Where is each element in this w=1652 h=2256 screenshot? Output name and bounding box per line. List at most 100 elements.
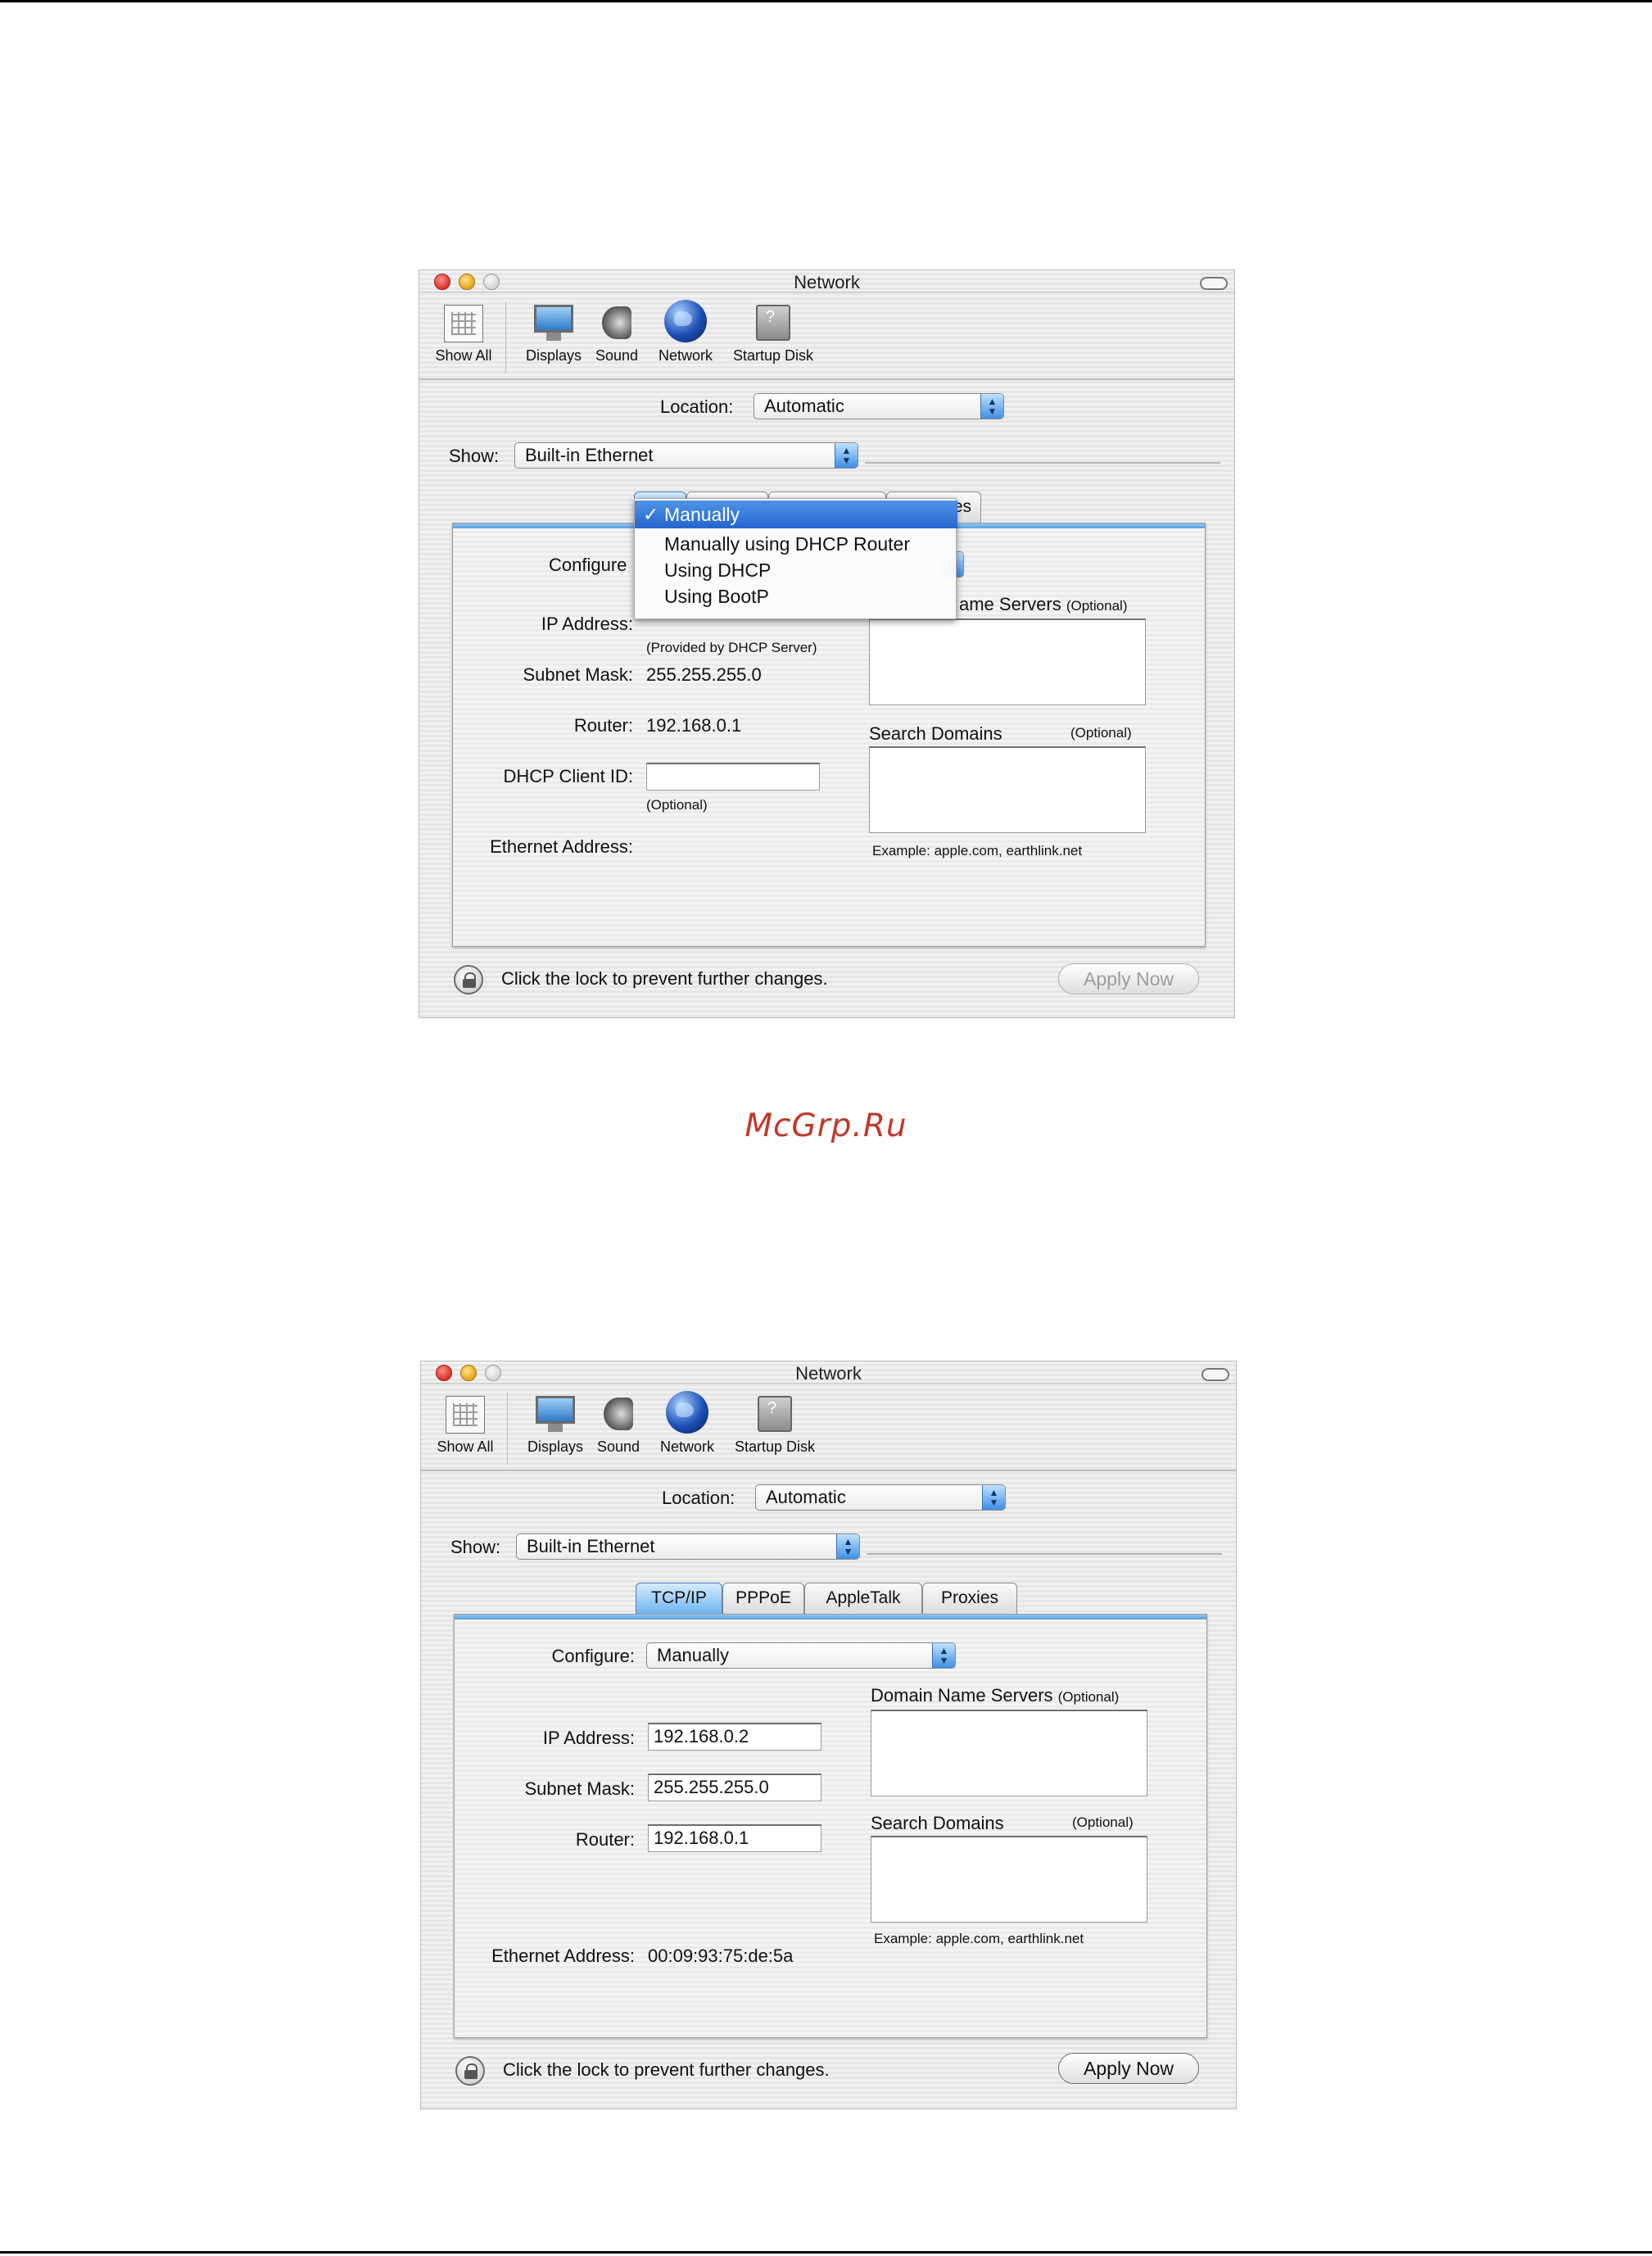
displays-icon: [533, 1394, 577, 1434]
location-popup[interactable]: Automatic ▲ ▼: [755, 1484, 1006, 1511]
configure-dropdown-menu: ✓ Manually Manually using DHCP Router Us…: [634, 498, 957, 619]
window-title: Network: [794, 272, 860, 292]
toolbar-label: Sound: [596, 1438, 640, 1455]
network-window-manual: Network Show All Displays Sound Network …: [421, 1361, 1236, 2109]
title-bar: Network: [419, 270, 1234, 292]
watermark-text: McGrp.Ru: [745, 1108, 907, 1144]
ethernet-address-label: Ethernet Address:: [491, 1946, 635, 1966]
bottom-rule: [0, 2251, 1652, 2254]
lock-icon[interactable]: [454, 965, 483, 994]
dhcp-client-id-field[interactable]: [646, 763, 820, 791]
toolbar: Show All Displays Sound Network ? Startu…: [421, 1388, 1236, 1471]
dhcp-client-id-note: (Optional): [646, 797, 708, 813]
network-icon: [664, 300, 707, 342]
toolbar-label: Startup Disk: [734, 1438, 816, 1455]
menu-item-using-bootp[interactable]: Using BootP: [635, 582, 957, 610]
top-rule: [0, 0, 1652, 2]
ip-address-note: (Provided by DHCP Server): [646, 640, 817, 655]
location-popup[interactable]: Automatic ▲ ▼: [754, 393, 1004, 419]
toolbar: Show All Displays Sound Network ? Startu…: [419, 297, 1234, 380]
toolbar-network[interactable]: Network: [650, 1391, 724, 1456]
configure-label: Configure: [549, 555, 627, 575]
ethernet-address-label: Ethernet Address:: [490, 836, 633, 857]
ip-address-label: IP Address:: [542, 1728, 635, 1748]
popup-arrows-icon: ▲▼: [980, 394, 1003, 419]
tab-pppoe[interactable]: PPPoE: [722, 1583, 804, 1614]
subnet-mask-value: 255.255.255.0: [646, 664, 762, 685]
toolbar-label: Network: [658, 347, 713, 364]
subnet-mask-label: Subnet Mask:: [524, 1778, 635, 1799]
toolbar-label: Startup Disk: [732, 347, 814, 364]
tab-proxies[interactable]: Proxies: [922, 1583, 1017, 1614]
menu-item-label: Manually using DHCP Router: [664, 533, 910, 555]
apply-now-button[interactable]: Apply Now: [1058, 963, 1199, 994]
network-icon: [666, 1391, 708, 1434]
menu-item-manually-dhcp-router[interactable]: Manually using DHCP Router: [635, 530, 957, 558]
menu-item-using-dhcp[interactable]: Using DHCP: [635, 556, 957, 584]
toolbar-show-all[interactable]: Show All: [432, 1396, 498, 1456]
ethernet-address-value: 00:09:93:75:de:5a: [648, 1946, 794, 1966]
configure-popup[interactable]: Manually ▲ ▼: [646, 1642, 956, 1669]
tcpip-panel: Configure: Manually ▲ ▼ Domain Name Serve…: [454, 1614, 1207, 2038]
show-value: Built-in Ethernet: [527, 1536, 655, 1556]
popup-arrows-icon: ▲▼: [836, 1534, 859, 1559]
dns-label: Domain Name Servers (Optional): [871, 1685, 1120, 1706]
router-field[interactable]: 192.168.0.1: [648, 1824, 821, 1852]
search-domains-box[interactable]: [871, 1836, 1147, 1923]
toolbar-show-all[interactable]: Show All: [431, 305, 496, 365]
search-domains-box[interactable]: [869, 746, 1146, 833]
toolbar-separator: [505, 301, 506, 374]
popup-arrows-icon: ▲▼: [982, 1485, 1005, 1510]
toolbar-startup-disk[interactable]: ? Startup Disk: [724, 1391, 826, 1456]
toolbar-toggle-button[interactable]: [1200, 277, 1228, 290]
location-label: Location:: [662, 1488, 735, 1508]
toolbar-label: Network: [659, 1438, 714, 1455]
title-bar: Network: [421, 1361, 1236, 1384]
toolbar-toggle-button[interactable]: [1202, 1368, 1229, 1381]
apply-now-button[interactable]: Apply Now: [1058, 2053, 1199, 2084]
toolbar-startup-disk[interactable]: ? Startup Disk: [722, 300, 824, 365]
toolbar-network[interactable]: Network: [649, 300, 722, 365]
separator-line: [865, 462, 1220, 464]
router-value: 192.168.0.1: [646, 715, 742, 736]
subnet-mask-label: Subnet Mask:: [523, 664, 633, 685]
subnet-mask-field[interactable]: 255.255.255.0: [648, 1774, 821, 1801]
search-domains-optional: (Optional): [1072, 1814, 1134, 1830]
startup-disk-icon: ?: [753, 300, 794, 342]
toolbar-displays[interactable]: Displays: [523, 1394, 588, 1456]
menu-item-manually[interactable]: ✓ Manually: [635, 501, 957, 528]
configure-value: Manually: [657, 1645, 730, 1665]
location-label: Location:: [660, 396, 734, 417]
tab-appletalk[interactable]: AppleTalk: [804, 1583, 922, 1614]
search-domains-example: Example: apple.com, earthlink.net: [874, 1931, 1084, 1946]
popup-arrows-icon: ▲▼: [835, 443, 858, 468]
window-title: Network: [795, 1363, 862, 1384]
dns-servers-box[interactable]: [869, 618, 1146, 705]
lock-text: Click the lock to prevent further change…: [503, 2059, 830, 2080]
network-window-configure-menu: Network Show All Displays Sound Network …: [419, 270, 1234, 1017]
dhcp-client-id-label: DHCP Client ID:: [503, 766, 633, 786]
toolbar-sound[interactable]: Sound: [588, 303, 645, 365]
show-all-icon: [446, 1396, 485, 1434]
ip-address-field[interactable]: 192.168.0.2: [648, 1723, 821, 1751]
toolbar-label: Sound: [595, 347, 639, 364]
toolbar-label: Show All: [435, 347, 492, 364]
show-value: Built-in Ethernet: [525, 445, 654, 465]
ip-address-label: IP Address:: [541, 614, 633, 634]
show-popup[interactable]: Built-in Ethernet ▲ ▼: [516, 1533, 860, 1560]
lock-text: Click the lock to prevent further change…: [501, 968, 828, 989]
router-label: Router:: [575, 1829, 635, 1850]
sound-icon: [599, 1394, 638, 1434]
toolbar-displays[interactable]: Displays: [521, 303, 586, 365]
toolbar-sound[interactable]: Sound: [590, 1394, 647, 1456]
search-domains-optional: (Optional): [1070, 725, 1132, 741]
dns-servers-box[interactable]: [871, 1710, 1147, 1796]
show-label: Show:: [449, 446, 500, 466]
lock-icon[interactable]: [455, 2056, 485, 2086]
show-popup[interactable]: Built-in Ethernet ▲ ▼: [514, 442, 858, 469]
tab-tcpip[interactable]: TCP/IP: [636, 1583, 722, 1614]
menu-item-label: Using DHCP: [664, 559, 772, 581]
configure-label: Configure:: [551, 1646, 635, 1666]
show-all-icon: [444, 305, 483, 342]
checkmark-icon: ✓: [643, 504, 659, 525]
